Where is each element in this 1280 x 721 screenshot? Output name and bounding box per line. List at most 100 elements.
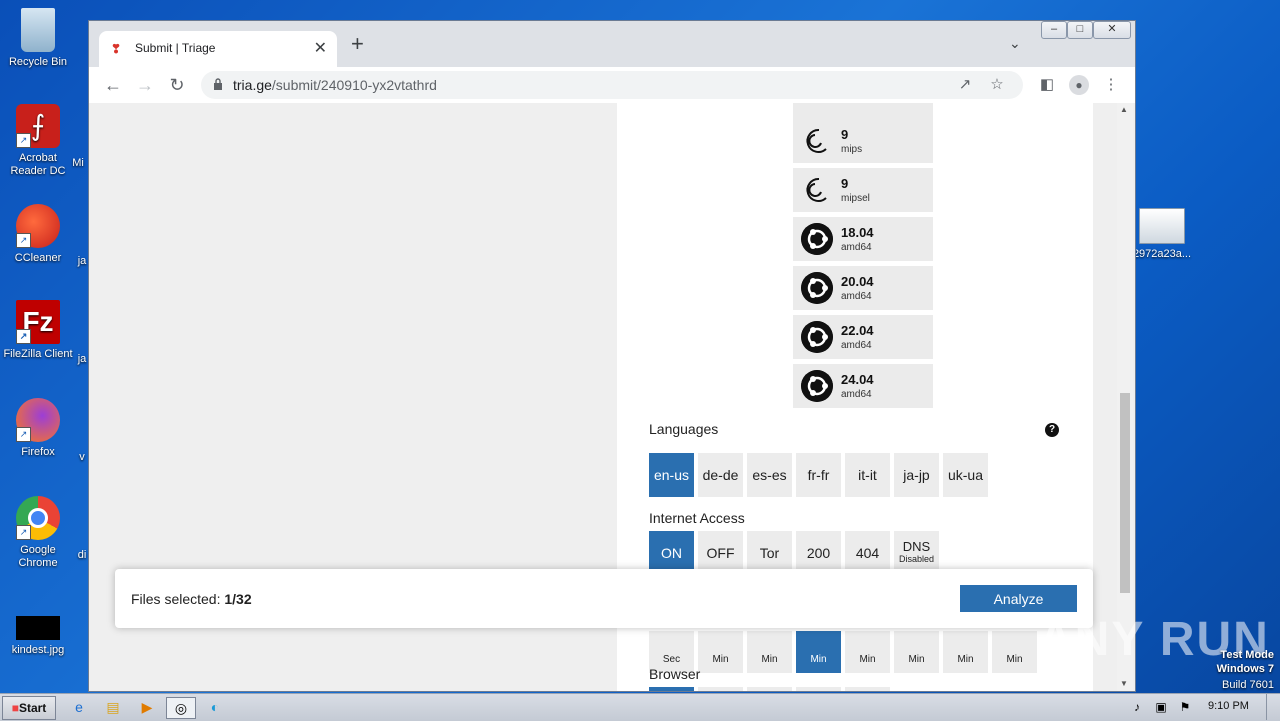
os-version: 9 xyxy=(841,176,849,191)
scroll-up-icon[interactable]: ▲ xyxy=(1120,105,1128,114)
desktop-icon-kindest[interactable]: kindest.jpg xyxy=(0,616,76,657)
tab-submit-triage[interactable]: ❣ Submit | Triage ✕ xyxy=(99,31,337,67)
os-version: 20.04 xyxy=(841,274,874,289)
language-option-ja-jp[interactable]: ja-jp xyxy=(894,453,939,497)
timeout-option[interactable]: Min xyxy=(698,631,743,673)
os-arch: mips xyxy=(841,144,863,155)
desktop-icon-recycle-bin[interactable]: Recycle Bin xyxy=(0,8,76,69)
shortcut-arrow-icon: ↗ xyxy=(16,133,31,148)
share-icon[interactable]: ↗ xyxy=(953,73,977,97)
desktop-icon-firefox[interactable]: ↗ Firefox xyxy=(0,398,76,459)
filezilla-icon: Fz ↗ xyxy=(16,300,60,344)
files-selected-text: Files selected: 1/32 xyxy=(131,591,252,607)
browser-option-partial[interactable] xyxy=(796,687,841,691)
timeout-option[interactable]: Min xyxy=(845,631,890,673)
ubuntu-icon xyxy=(801,370,833,402)
language-option-fr-fr[interactable]: fr-fr xyxy=(796,453,841,497)
os-version: 24.04 xyxy=(841,372,874,387)
back-arrow-icon[interactable]: ← xyxy=(101,73,125,97)
os-version: 18.04 xyxy=(841,225,874,240)
timeout-option[interactable]: Min xyxy=(894,631,939,673)
flag-icon[interactable]: ⚑ xyxy=(1174,697,1196,717)
file-icon xyxy=(1139,208,1185,244)
new-tab-button[interactable]: + xyxy=(351,33,364,55)
shortcut-arrow-icon: ↗ xyxy=(16,427,31,442)
debian-icon xyxy=(806,177,827,202)
shortcut-arrow-icon: ↗ xyxy=(16,233,31,248)
tab-search-chevron-icon[interactable]: ⌄ xyxy=(1009,35,1021,52)
language-option-en-us[interactable]: en-us xyxy=(649,453,694,497)
volume-icon[interactable]: ♪ xyxy=(1126,697,1148,717)
browser-option-partial[interactable] xyxy=(747,687,792,691)
profile-avatar-icon[interactable]: ● xyxy=(1067,73,1091,97)
shortcut-arrow-icon: ↗ xyxy=(16,525,31,540)
maximize-button[interactable]: □ xyxy=(1067,21,1093,39)
lock-icon xyxy=(214,78,222,90)
page-scrollbar[interactable]: ▲ ▼ xyxy=(1117,103,1133,691)
shortcut-arrow-icon: ↗ xyxy=(16,329,31,344)
address-bar[interactable]: tria.ge/submit/240910-yx2vtathrd ↗ ☆ xyxy=(201,71,1023,99)
dns-label: DNS xyxy=(902,539,931,554)
os-option-partial[interactable] xyxy=(793,103,933,119)
os-arch: amd64 xyxy=(841,242,872,253)
image-file-icon xyxy=(16,616,60,640)
firefox-icon: ↗ xyxy=(16,398,60,442)
language-option-it-it[interactable]: it-it xyxy=(845,453,890,497)
reload-icon[interactable]: ↻ xyxy=(165,73,189,97)
close-window-button[interactable]: ✕ xyxy=(1093,21,1131,39)
help-icon[interactable]: ? xyxy=(1045,423,1059,437)
os-option[interactable]: 9 mipsel xyxy=(793,168,933,212)
url-host: tria.ge xyxy=(233,77,272,93)
test-mode-text: Test Mode xyxy=(1220,649,1274,661)
internet-access-heading: Internet Access xyxy=(649,510,745,526)
chrome-icon: ↗ xyxy=(16,496,60,540)
os-arch: amd64 xyxy=(841,389,872,400)
timeout-option[interactable]: Min xyxy=(943,631,988,673)
os-version: 9 xyxy=(841,127,849,142)
minimize-button[interactable]: – xyxy=(1041,21,1067,39)
tab-title: Submit | Triage xyxy=(135,41,216,55)
browser-option-partial[interactable] xyxy=(649,687,694,691)
scroll-down-icon[interactable]: ▼ xyxy=(1120,679,1128,688)
os-arch: amd64 xyxy=(841,291,872,302)
start-button[interactable]: ■Start xyxy=(2,696,56,720)
chrome-taskbar-icon[interactable]: ◎ xyxy=(166,697,196,719)
side-panel-icon[interactable]: ◧ xyxy=(1035,73,1059,97)
os-option[interactable]: 20.04 amd64 xyxy=(793,266,933,310)
os-option[interactable]: 22.04 amd64 xyxy=(793,315,933,359)
show-desktop-button[interactable] xyxy=(1266,694,1279,720)
language-option-es-es[interactable]: es-es xyxy=(747,453,792,497)
browser-option-partial[interactable] xyxy=(845,687,890,691)
explorer-folder-icon[interactable]: ▤ xyxy=(102,697,124,717)
network-icon[interactable]: ▣ xyxy=(1150,697,1172,717)
close-tab-icon[interactable]: ✕ xyxy=(314,38,327,58)
timeout-option[interactable]: Min xyxy=(992,631,1037,673)
taskbar: ■Start e ▤ ▶ ◎ ◐ ♪ ▣ ⚑ 9:10 PM xyxy=(0,693,1280,721)
os-arch: amd64 xyxy=(841,340,872,351)
triage-favicon-icon: ❣ xyxy=(111,42,122,56)
os-option[interactable]: 18.04 amd64 xyxy=(793,217,933,261)
language-option-de-de[interactable]: de-de xyxy=(698,453,743,497)
files-selected-label: Files selected: xyxy=(131,591,225,607)
forward-arrow-icon[interactable]: → xyxy=(133,73,157,97)
ie-icon[interactable]: e xyxy=(68,697,90,717)
analyze-button[interactable]: Analyze xyxy=(960,585,1077,612)
browser-option-partial[interactable] xyxy=(698,687,743,691)
ccleaner-icon: ↗ xyxy=(16,204,60,248)
edge-icon[interactable]: ◐ xyxy=(204,697,226,717)
language-option-uk-ua[interactable]: uk-ua xyxy=(943,453,988,497)
bookmark-star-icon[interactable]: ☆ xyxy=(985,73,1009,97)
menu-kebab-icon[interactable]: ⋮ xyxy=(1099,73,1123,97)
timeout-option-selected[interactable]: Min xyxy=(796,631,841,673)
ubuntu-icon xyxy=(801,321,833,353)
taskbar-clock[interactable]: 9:10 PM xyxy=(1208,700,1249,712)
os-option[interactable]: 24.04 amd64 xyxy=(793,364,933,408)
windows-logo-icon: ■ xyxy=(11,701,19,715)
desktop-icon-filezilla[interactable]: Fz ↗ FileZilla Client xyxy=(0,300,76,361)
media-player-icon[interactable]: ▶ xyxy=(136,697,158,717)
timeout-option[interactable]: Min xyxy=(747,631,792,673)
recycle-bin-icon xyxy=(21,8,55,52)
os-option[interactable]: 9 mips xyxy=(793,119,933,163)
scrollbar-thumb[interactable] xyxy=(1120,393,1130,593)
browser-heading: Browser xyxy=(649,666,701,682)
